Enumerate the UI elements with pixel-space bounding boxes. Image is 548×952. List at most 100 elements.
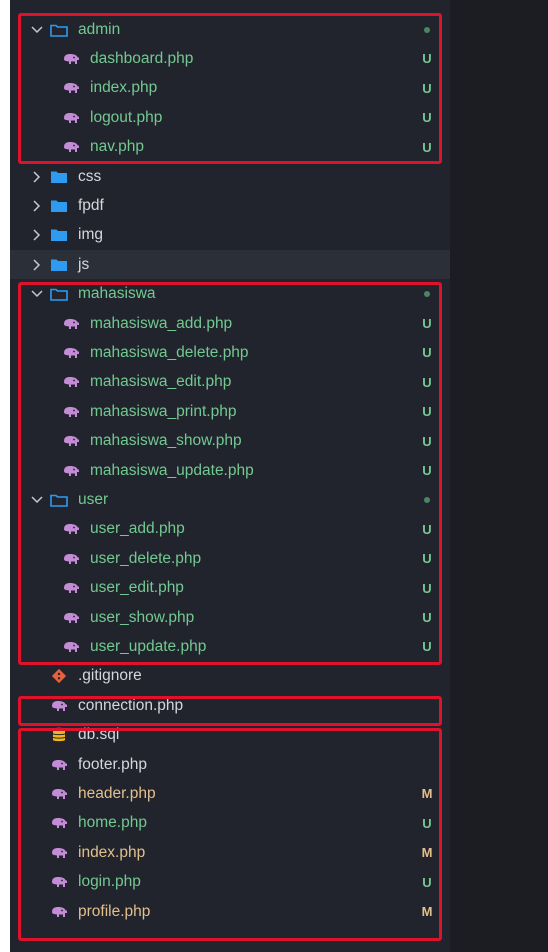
- php-file-icon: [62, 344, 80, 362]
- git-status-badge: U: [422, 874, 432, 890]
- tree-file-user-show-php-20[interactable]: user_show.php U: [10, 603, 450, 632]
- git-status-badge: U: [422, 433, 432, 449]
- git-status-badge: U: [422, 815, 432, 831]
- tree-file-user-update-php-21[interactable]: user_update.php U: [10, 632, 450, 661]
- php-file-icon: [50, 814, 68, 832]
- tree-item-label: connection.php: [78, 696, 184, 714]
- tree-item-label: mahasiswa_edit.php: [90, 373, 232, 391]
- git-status-badge: U: [422, 80, 432, 96]
- folder-icon: [50, 168, 68, 186]
- tree-folder-img-7[interactable]: img: [10, 221, 450, 250]
- tree-item-label: mahasiswa_delete.php: [90, 343, 249, 361]
- tree-file-index-php-28[interactable]: index.php M: [10, 838, 450, 867]
- tree-file-index-php-2[interactable]: index.php U: [10, 74, 450, 103]
- folder-open-icon: [50, 285, 68, 303]
- tree-item-label: footer.php: [78, 755, 147, 773]
- php-file-icon: [50, 697, 68, 715]
- tree-file-gitignore-22[interactable]: .gitignore: [10, 662, 450, 691]
- tree-item-label: img: [78, 226, 103, 244]
- tree-folder-js-8[interactable]: js: [10, 250, 450, 280]
- git-status-badge: U: [422, 110, 432, 126]
- php-file-icon: [62, 609, 80, 627]
- php-file-icon: [62, 403, 80, 421]
- tree-file-mahasiswa-print-php-13[interactable]: mahasiswa_print.php U: [10, 397, 450, 426]
- php-file-icon: [50, 785, 68, 803]
- tree-item-label: header.php: [78, 784, 156, 802]
- php-file-icon: [62, 315, 80, 333]
- tree-item-label: mahasiswa_show.php: [90, 432, 242, 450]
- git-status-dot: [412, 496, 442, 503]
- php-file-icon: [62, 109, 80, 127]
- php-file-icon: [62, 373, 80, 391]
- tree-item-label: login.php: [78, 873, 141, 891]
- chevron-down-icon[interactable]: [30, 25, 44, 34]
- tree-item-label: dashboard.php: [90, 49, 194, 67]
- chevron-right-icon[interactable]: [30, 229, 44, 241]
- tree-file-connection-php-23[interactable]: connection.php: [10, 691, 450, 720]
- php-file-icon: [62, 50, 80, 68]
- php-file-icon: [50, 844, 68, 862]
- git-status-badge: U: [422, 610, 432, 625]
- php-file-icon: [62, 138, 80, 156]
- tree-file-mahasiswa-update-php-15[interactable]: mahasiswa_update.php U: [10, 456, 450, 485]
- chevron-right-icon[interactable]: [30, 170, 44, 183]
- php-file-icon: [50, 903, 68, 921]
- tree-item-label: user_edit.php: [90, 579, 184, 597]
- tree-file-mahasiswa-show-php-14[interactable]: mahasiswa_show.php U: [10, 427, 450, 456]
- git-status-badge: U: [422, 551, 432, 567]
- tree-item-label: home.php: [78, 814, 147, 832]
- git-status-badge: U: [422, 404, 432, 420]
- php-file-icon: [62, 579, 80, 597]
- git-status-badge: U: [422, 639, 432, 655]
- tree-item-label: js: [78, 255, 90, 273]
- tree-file-user-delete-php-18[interactable]: user_delete.php U: [10, 544, 450, 573]
- chevron-down-icon[interactable]: [30, 496, 44, 504]
- tree-file-header-php-26[interactable]: header.php M: [10, 779, 450, 808]
- chevron-right-icon[interactable]: [30, 200, 44, 212]
- tree-item-label: user_add.php: [90, 520, 185, 538]
- tree-item-label: .gitignore: [78, 667, 142, 685]
- folder-icon: [50, 197, 68, 215]
- git-status-dot: [412, 26, 442, 33]
- tree-folder-css-5[interactable]: css: [10, 162, 450, 191]
- tree-file-logout-php-3[interactable]: logout.php U: [10, 103, 450, 132]
- tree-file-home-php-27[interactable]: home.php U: [10, 809, 450, 838]
- tree-file-login-php-29[interactable]: login.php U: [10, 868, 450, 897]
- tree-file-footer-php-25[interactable]: footer.php: [10, 750, 450, 779]
- tree-folder-mahasiswa-9[interactable]: mahasiswa: [10, 280, 450, 309]
- tree-file-dashboard-php-1[interactable]: dashboard.php U: [10, 44, 450, 73]
- folder-open-icon: [50, 491, 68, 509]
- folder-open-icon: [50, 21, 68, 39]
- editor-area: [450, 0, 548, 952]
- tree-file-db-sql-24[interactable]: db.sql: [10, 721, 450, 750]
- php-file-icon: [62, 550, 80, 568]
- php-file-icon: [50, 756, 68, 774]
- tree-folder-fpdf-6[interactable]: fpdf: [10, 191, 450, 220]
- tree-item-label: user: [78, 490, 109, 508]
- tree-item-label: css: [78, 167, 102, 185]
- database-file-icon: [50, 726, 68, 744]
- chevron-right-icon[interactable]: [30, 259, 44, 271]
- git-status-badge: M: [421, 845, 433, 861]
- folder-icon: [50, 256, 68, 274]
- php-file-icon: [62, 520, 80, 538]
- tree-item-label: fpdf: [78, 196, 104, 214]
- tree-item-label: mahasiswa_add.php: [90, 314, 233, 332]
- tree-file-mahasiswa-add-php-10[interactable]: mahasiswa_add.php U: [10, 309, 450, 338]
- tree-folder-admin-0[interactable]: admin: [10, 15, 450, 44]
- tree-item-label: profile.php: [78, 902, 151, 920]
- tree-file-user-edit-php-19[interactable]: user_edit.php U: [10, 574, 450, 603]
- git-status-badge: U: [422, 51, 432, 67]
- tree-file-mahasiswa-delete-php-11[interactable]: mahasiswa_delete.php U: [10, 338, 450, 367]
- tree-file-user-add-php-17[interactable]: user_add.php U: [10, 515, 450, 544]
- php-file-icon: [62, 638, 80, 656]
- tree-item-label: mahasiswa_print.php: [90, 402, 237, 420]
- chevron-down-icon[interactable]: [30, 290, 44, 298]
- tree-folder-user-16[interactable]: user: [10, 485, 450, 514]
- tree-file-nav-php-4[interactable]: nav.php U: [10, 133, 450, 162]
- tree-file-profile-php-30[interactable]: profile.php M: [10, 897, 450, 926]
- tree-file-mahasiswa-edit-php-12[interactable]: mahasiswa_edit.php U: [10, 368, 450, 397]
- file-explorer: admin dashboard.php Uindex.php Ulogout.php U…: [10, 0, 450, 952]
- git-status-dot: [412, 291, 442, 298]
- tree-item-label: db.sql: [78, 726, 120, 744]
